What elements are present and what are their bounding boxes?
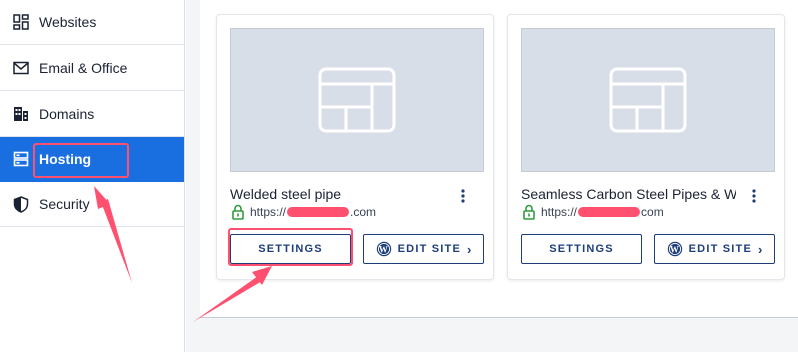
svg-text:W: W bbox=[379, 244, 389, 254]
server-icon bbox=[12, 150, 30, 168]
settings-button[interactable]: SETTINGS bbox=[230, 234, 351, 264]
sidebar-item-label: Hosting bbox=[39, 151, 92, 167]
shield-icon bbox=[12, 195, 30, 213]
settings-button[interactable]: SETTINGS bbox=[521, 234, 642, 264]
building-icon bbox=[12, 105, 30, 123]
sidebar-item-hosting[interactable]: Hosting bbox=[0, 137, 184, 182]
lock-icon bbox=[523, 204, 535, 220]
site-url[interactable]: https:// com bbox=[523, 203, 664, 221]
url-suffix: .com bbox=[350, 205, 377, 219]
more-options-icon[interactable] bbox=[455, 186, 471, 206]
main-content: Welded steel pipe https:// .com SETTINGS… bbox=[186, 0, 798, 352]
site-url[interactable]: https:// .com bbox=[232, 203, 376, 221]
edit-site-button[interactable]: W EDIT SITE › bbox=[654, 234, 775, 264]
layout-placeholder-icon bbox=[609, 67, 687, 133]
site-card: Welded steel pipe https:// .com SETTINGS… bbox=[216, 14, 494, 280]
svg-text:W: W bbox=[670, 244, 680, 254]
sidebar-item-email-office[interactable]: Email & Office bbox=[0, 46, 184, 91]
site-cards-panel: Welded steel pipe https:// .com SETTINGS… bbox=[200, 0, 798, 318]
sidebar: Websites Email & Office Domains Hosting … bbox=[0, 0, 185, 352]
url-prefix: https:// bbox=[541, 205, 578, 219]
edit-site-button-label: EDIT SITE bbox=[397, 243, 462, 255]
sidebar-item-domains[interactable]: Domains bbox=[0, 92, 184, 137]
site-thumbnail[interactable] bbox=[521, 28, 775, 172]
site-card: Seamless Carbon Steel Pipes & Wel... htt… bbox=[507, 14, 785, 280]
chevron-right-icon: › bbox=[758, 241, 763, 257]
sidebar-item-label: Domains bbox=[39, 106, 95, 122]
chevron-right-icon: › bbox=[467, 241, 472, 257]
site-name: Welded steel pipe bbox=[230, 186, 342, 202]
site-name: Seamless Carbon Steel Pipes & Wel... bbox=[521, 186, 736, 202]
url-prefix: https:// bbox=[250, 205, 287, 219]
sidebar-item-label: Email & Office bbox=[39, 60, 128, 76]
layout-placeholder-icon bbox=[318, 67, 396, 133]
edit-site-button[interactable]: W EDIT SITE › bbox=[363, 234, 484, 264]
edit-site-button-label: EDIT SITE bbox=[688, 243, 753, 255]
dashboard-grid-icon bbox=[12, 13, 30, 31]
sidebar-item-label: Websites bbox=[39, 14, 97, 30]
lock-icon bbox=[232, 204, 244, 220]
settings-button-label: SETTINGS bbox=[258, 243, 323, 255]
site-thumbnail[interactable] bbox=[230, 28, 484, 172]
more-options-icon[interactable] bbox=[746, 186, 762, 206]
wordpress-icon: W bbox=[376, 241, 391, 257]
sidebar-item-security[interactable]: Security bbox=[0, 182, 184, 227]
redaction-mark bbox=[287, 207, 350, 217]
settings-button-label: SETTINGS bbox=[549, 243, 614, 255]
url-suffix: com bbox=[641, 205, 664, 219]
sidebar-item-label: Security bbox=[39, 196, 90, 212]
redaction-mark bbox=[578, 207, 641, 217]
envelope-icon bbox=[12, 59, 30, 77]
sidebar-item-websites[interactable]: Websites bbox=[0, 0, 184, 45]
wordpress-icon: W bbox=[667, 241, 682, 257]
